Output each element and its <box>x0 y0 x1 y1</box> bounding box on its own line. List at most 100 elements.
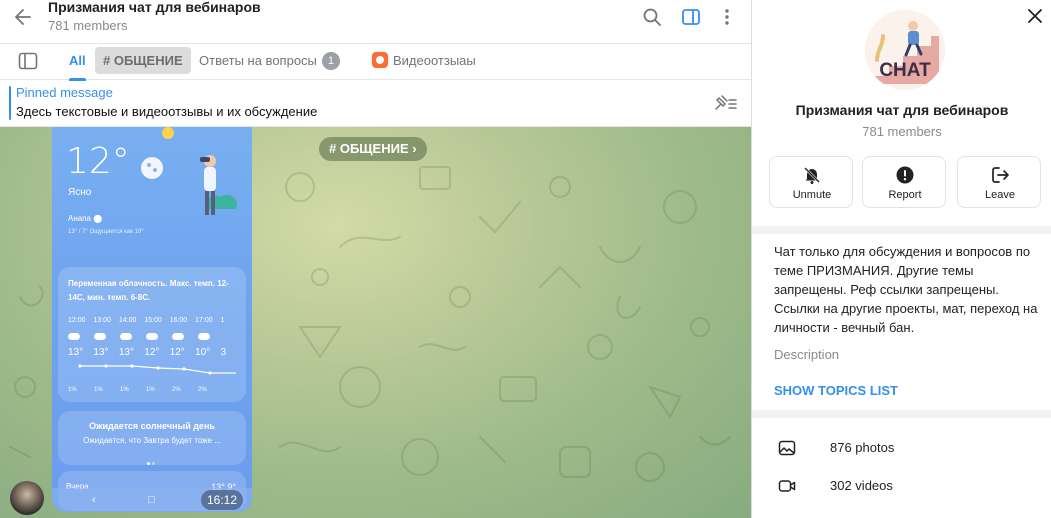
sidebar-panel-icon[interactable] <box>680 6 702 28</box>
description-label: Description <box>774 347 840 362</box>
photos-count: 876 photos <box>830 440 895 455</box>
hour-temp: 3 <box>220 347 227 358</box>
tab-all-label: All <box>69 53 86 68</box>
profile-name: Призмания чат для вебинаров <box>795 102 1009 118</box>
partly-cloudy-icon <box>120 330 132 340</box>
sun-icon <box>162 127 174 139</box>
chat-info-sidebar: CHAT Призмания чат для вебинаров 781 mem… <box>751 0 1051 518</box>
sunny-card: Ожидается солнечный день Ожидается, что … <box>58 411 246 465</box>
back-arrow-icon[interactable] <box>12 6 34 28</box>
sunny-subtitle: Ожидается, что Завтра будет тоже ... <box>83 436 221 445</box>
tab-answers-label: Ответы на вопросы <box>199 53 317 68</box>
phone-back-icon: ‹ <box>92 494 96 506</box>
icons-row <box>68 330 246 342</box>
precip-value: 2% <box>198 387 207 393</box>
media-section: 876 photos 302 videos <box>752 418 1051 518</box>
report-button[interactable]: Report <box>862 156 946 208</box>
phone-city: Анапа ⬤ <box>68 214 102 223</box>
hour-label: 16:00 <box>169 317 188 324</box>
videos-row[interactable]: 302 videos <box>752 467 1051 505</box>
unread-badge: 1 <box>321 52 340 70</box>
show-topics-link[interactable]: SHOW TOPICS LIST <box>774 383 898 398</box>
hour-temp: 13° <box>118 347 134 358</box>
tab-obshchenie-label: # ОБЩЕНИЕ <box>103 53 183 68</box>
unmute-button[interactable]: Unmute <box>769 156 853 208</box>
pinned-text: Здесь текстовые и видеоотзывы и их обсуж… <box>16 104 318 119</box>
precip-row: 1% 1% 1% 1% 2% 2% <box>68 387 246 393</box>
pinned-message-bar[interactable]: Pinned message Здесь текстовые и видеоот… <box>0 80 751 127</box>
tab-obshchenie[interactable]: # ОБЩЕНИЕ <box>95 47 191 74</box>
video-icon <box>778 480 796 492</box>
location-pin-icon: ⬤ <box>93 214 103 223</box>
topic-label-pill[interactable]: # ОБЩЕНИЕ › <box>319 137 427 161</box>
hours-row: 12:00 13:00 14:00 15:00 16:00 17:00 1 <box>68 317 246 324</box>
moon-icon <box>141 157 163 179</box>
chat-avatar[interactable]: CHAT <box>865 10 945 90</box>
topics-sidebar-icon[interactable] <box>18 52 38 70</box>
bell-muted-icon <box>804 167 820 184</box>
more-vertical-icon[interactable] <box>716 6 738 28</box>
pinned-indicator <box>9 86 11 120</box>
hour-temp: 12° <box>169 347 185 358</box>
partly-cloudy-icon <box>172 330 184 340</box>
chat-background: # ОБЩЕНИЕ › 12° Ясно Анапа ⬤ 13° / 7° Ощ… <box>0 127 751 518</box>
hour-temp: 13° <box>93 347 109 358</box>
precip-value: 1% <box>68 387 77 393</box>
forecast-text: Переменная облачность. Макс. темп. 12-14… <box>68 279 229 302</box>
phone-condition: Ясно <box>68 187 92 198</box>
topic-orange-icon <box>372 52 388 68</box>
hour-label: 17:00 <box>195 317 213 324</box>
precip-value: 1% <box>146 387 155 393</box>
hour-label: 15:00 <box>144 317 162 324</box>
partly-cloudy-icon <box>146 330 158 340</box>
description-section: Чат только для обсуждения и вопросов по … <box>752 226 1051 410</box>
sunny-title: Ожидается солнечный день <box>89 421 215 431</box>
photos-row[interactable]: 876 photos <box>752 429 1051 467</box>
message-image[interactable]: 12° Ясно Анапа ⬤ 13° / 7° Ощущается как … <box>52 127 252 512</box>
description-text: Чат только для обсуждения и вопросов по … <box>774 244 1038 335</box>
profile-header: CHAT Призмания чат для вебинаров 781 mem… <box>752 0 1051 226</box>
precip-value: 1% <box>120 387 129 393</box>
chat-pane: Призмания чат для вебинаров 781 members … <box>0 0 751 518</box>
hour-temp: 12° <box>144 347 160 358</box>
leave-icon <box>992 167 1009 183</box>
topic-tabs: All # ОБЩЕНИЕ Ответы на вопросы 1 Видеоот… <box>0 44 751 81</box>
unmute-label: Unmute <box>792 189 832 201</box>
chat-member-count: 781 members <box>48 18 128 33</box>
pinned-list-icon[interactable] <box>712 92 738 114</box>
hour-label: 13:00 <box>93 317 111 324</box>
forecast-card: Переменная облачность. Макс. темп. 12-14… <box>58 267 246 402</box>
chat-title[interactable]: Призмания чат для вебинаров <box>48 0 261 15</box>
precip-value: 1% <box>94 387 103 393</box>
report-label: Report <box>888 189 922 201</box>
chat-avatar-illustration: CHAT <box>865 10 945 90</box>
partly-cloudy-icon <box>94 330 106 340</box>
hour-label: 14:00 <box>118 317 137 324</box>
videos-count: 302 videos <box>830 478 893 493</box>
close-icon[interactable] <box>1025 6 1045 26</box>
message-time: 16:12 <box>201 490 244 510</box>
tab-video-reviews-label: Видеоотзыаы <box>393 53 476 68</box>
search-icon[interactable] <box>641 6 663 28</box>
tab-video-reviews[interactable]: Видеоотзыаы <box>372 44 476 80</box>
leave-button[interactable]: Leave <box>957 156 1041 208</box>
temperature-curve <box>78 364 236 375</box>
temps-row: 13° 13° 13° 12° 12° 10° 3 <box>68 347 246 358</box>
hour-temp: 13° <box>68 347 84 358</box>
sender-avatar[interactable] <box>10 481 44 515</box>
phone-city-label: Анапа <box>68 214 91 223</box>
pinned-title: Pinned message <box>16 85 113 100</box>
page-dots <box>146 453 156 468</box>
phone-range: 13° / 7° Ощущается как 10° <box>68 229 144 235</box>
tab-answers[interactable]: Ответы на вопросы 1 <box>199 44 340 80</box>
weather-illustration-icon <box>200 155 237 215</box>
hour-label: 12:00 <box>68 317 86 324</box>
partly-cloudy-icon <box>198 330 210 340</box>
profile-members: 781 members <box>862 124 942 139</box>
photo-icon <box>778 440 796 456</box>
hour-label: 1 <box>220 317 225 324</box>
tab-all[interactable]: All <box>69 44 86 81</box>
phone-home-icon: □ <box>148 494 155 506</box>
hour-temp: 10° <box>195 347 211 358</box>
phone-temperature: 12° <box>66 141 130 182</box>
